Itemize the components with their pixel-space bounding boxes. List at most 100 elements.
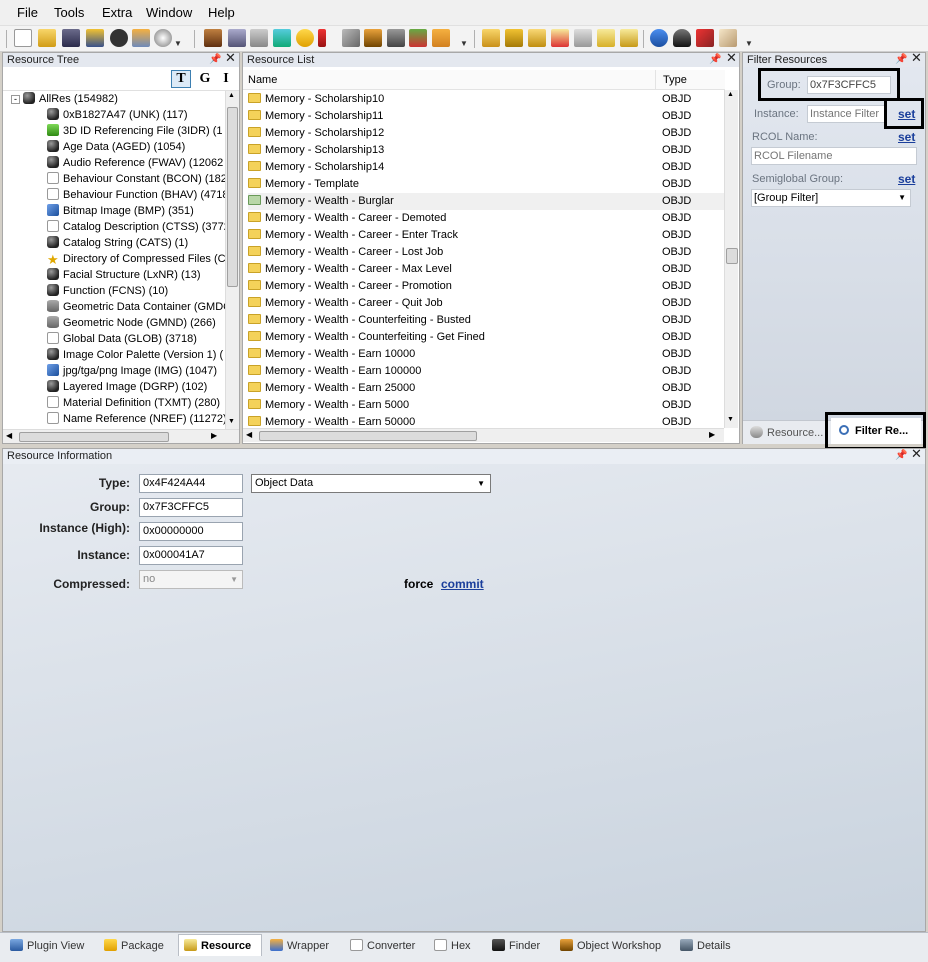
rcol-set-link[interactable]: set [898,130,915,144]
menu-window[interactable]: Window [146,5,192,20]
menu-extra[interactable]: Extra [102,5,132,20]
family-icon[interactable] [409,29,427,47]
tree-item[interactable]: ★ Directory of Compressed Files (C [47,251,225,267]
semiglobal-set-link[interactable]: set [898,172,915,186]
list-item[interactable]: Memory - Wealth - Earn 10000 OBJD [248,346,724,363]
scroll-thumb-h[interactable] [259,431,477,441]
tree-item[interactable]: Global Data (GLOB) (3718) [47,331,197,347]
tree-item[interactable]: Image Color Palette (Version 1) ( [47,347,223,363]
tab-hex[interactable]: Hex [434,936,471,956]
tab-plugin-view[interactable]: Plugin View [10,936,84,956]
type-input[interactable]: 0x4F424A44 [139,474,243,493]
instance-filter-input[interactable] [807,105,885,123]
fix-icon[interactable] [696,29,714,47]
camera-icon[interactable] [387,29,405,47]
tab-object-workshop[interactable]: Object Workshop [560,936,661,956]
scroll-thumb[interactable] [726,248,738,264]
compressed-select[interactable]: no ▼ [139,570,243,589]
new-file-icon[interactable] [14,29,32,47]
toolbar-dropdown-icon[interactable]: ▼ [174,39,182,48]
semiglobal-group-select[interactable]: [Group Filter] ▼ [751,189,911,207]
tree-view-type-button[interactable]: T [171,70,191,88]
tree-view-group-button[interactable]: G [195,70,215,88]
group-info-input[interactable]: 0x7F3CFFC5 [139,498,243,517]
tree-item[interactable]: jpg/tga/png Image (IMG) (1047) [47,363,217,379]
pin-icon[interactable]: 📌 [709,53,721,67]
scroll-down-icon[interactable]: ▼ [228,418,235,425]
close-icon[interactable]: ✕ [726,51,737,65]
instance-high-input[interactable]: 0x00000000 [139,522,243,541]
tree-item[interactable]: Audio Reference (FWAV) (12062 [47,155,223,171]
open-folder-icon[interactable] [38,29,56,47]
bell-icon[interactable] [673,29,691,47]
scroll-down-icon[interactable]: ▼ [727,416,734,423]
close-icon[interactable]: ✕ [911,51,922,65]
list-item[interactable]: Memory - Wealth - Career - Enter Track OB… [248,227,724,244]
list-item[interactable]: Memory - Wealth - Earn 5000 OBJD [248,397,724,414]
tab-resource[interactable]: Resource [184,936,251,956]
document-view-icon[interactable] [228,29,246,47]
scissors-icon[interactable] [342,29,360,47]
open-icon[interactable] [482,29,500,47]
tree-item[interactable]: Age Data (AGED) (1054) [47,139,185,155]
list-item[interactable]: Memory - Wealth - Career - Demoted OBJD [248,210,724,227]
scroll-left-icon[interactable]: ◀ [246,430,252,439]
column-header-type[interactable]: Type [663,74,687,86]
tree-horizontal-scrollbar[interactable]: ◀ ▶ [3,429,239,443]
tree-root[interactable]: - AllRes (154982) [11,91,118,107]
tree-item[interactable]: Geometric Node (GMND) (266) [47,315,216,331]
commit-link[interactable]: commit [441,577,484,591]
pin-icon[interactable]: 📌 [895,53,907,67]
list-item[interactable]: Memory - Wealth - Career - Promotion OBJD [248,278,724,295]
list-item[interactable]: Memory - Wealth - Earn 100000 OBJD [248,363,724,380]
tab-package[interactable]: Package [104,936,164,956]
note-icon[interactable] [597,29,615,47]
tree-item[interactable]: 0xB1827A47 (UNK) (117) [47,107,188,123]
tab-details[interactable]: Details [680,936,731,956]
list-item[interactable]: Memory - Scholarship11 OBJD [248,108,724,125]
toolbar-dropdown-icon-2[interactable]: ▼ [460,39,468,48]
scroll-up-icon[interactable]: ▲ [228,92,235,99]
list-item[interactable]: Memory - Wealth - Counterfeiting - Get F… [248,329,724,346]
save-icon[interactable] [62,29,80,47]
tree-item[interactable]: Catalog String (CATS) (1) [47,235,188,251]
eraser-icon[interactable] [719,29,737,47]
tree-item[interactable]: Material Definition (TXMT) (280) [47,395,220,411]
save-as-icon[interactable] [86,29,104,47]
pin-icon[interactable]: 📌 [209,53,221,67]
star-badge-icon[interactable] [296,29,314,47]
tree-item[interactable]: Function (FCNS) (10) [47,283,168,299]
package-icon[interactable] [204,29,222,47]
tree-item[interactable]: Behaviour Constant (BCON) (182 [47,171,225,187]
menu-tools[interactable]: Tools [54,5,84,20]
comment-icon[interactable] [574,29,592,47]
save-package-icon[interactable] [505,29,523,47]
pin-icon[interactable]: 📌 [895,449,907,463]
scroll-right-icon[interactable]: ▶ [211,431,217,440]
menu-file[interactable]: File [17,5,38,20]
close-file-icon[interactable] [110,29,128,47]
list-item[interactable]: Memory - Scholarship13 OBJD [248,142,724,159]
list-item[interactable]: Memory - Wealth - Career - Quit Job OBJD [248,295,724,312]
instance-info-input[interactable]: 0x000041A7 [139,546,243,565]
rcol-filename-input[interactable] [751,147,917,165]
close-icon[interactable]: ✕ [911,447,922,461]
tree-item[interactable]: Name Reference (NREF) (11272) [47,411,225,427]
tree-item[interactable]: Geometric Data Container (GMDC [47,299,225,315]
collapse-icon[interactable]: - [11,95,20,104]
type-name-select[interactable]: Object Data ▼ [251,474,491,493]
tree-item[interactable]: Catalog Description (CTSS) (3772 [47,219,225,235]
toolbar-dropdown-icon-3[interactable]: ▼ [745,39,753,48]
list-item[interactable]: Memory - Wealth - Career - Lost Job OBJD [248,244,724,261]
list-item[interactable]: Memory - Wealth - Earn 25000 OBJD [248,380,724,397]
tree-view-instance-button[interactable]: I [219,70,233,88]
tab-resource-tree[interactable]: Resource... [750,424,823,442]
refresh-icon[interactable] [650,29,668,47]
users-icon[interactable] [132,29,150,47]
list-item[interactable]: Memory - Scholarship14 OBJD [248,159,724,176]
search-globe-icon[interactable] [154,29,172,47]
tools-icon[interactable] [364,29,382,47]
tree-item[interactable]: Facial Structure (LxNR) (13) [47,267,201,283]
list-item[interactable]: Memory - Scholarship10 OBJD [248,91,724,108]
tree-item[interactable]: Bitmap Image (BMP) (351) [47,203,194,219]
